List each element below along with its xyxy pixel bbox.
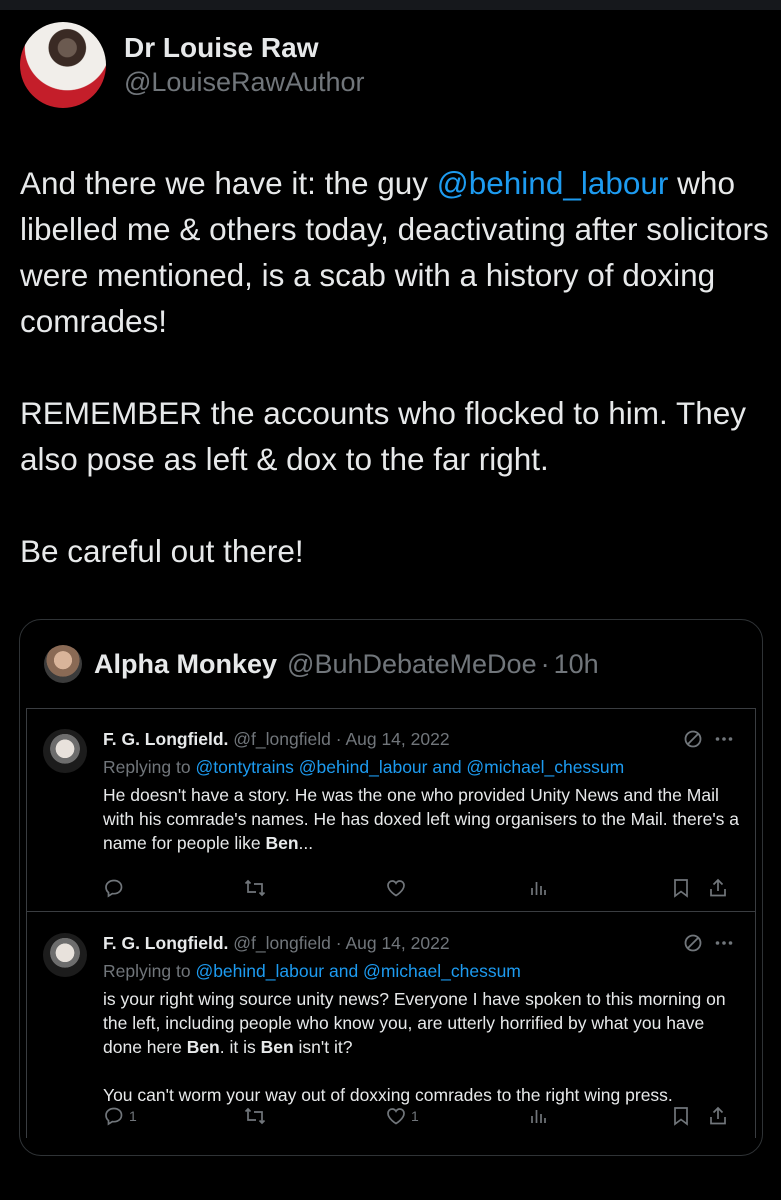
reply-text-segment: He doesn't have a story. He was the one … [103,785,740,853]
separator-dot: · [335,729,342,749]
reply-text-bold: Ben [265,833,299,853]
reply-action [103,877,129,899]
analytics-icon [531,1110,546,1123]
share-action [707,1105,729,1127]
author-handle[interactable]: @LouiseRawAuthor [124,65,365,99]
separator-dot: · [540,648,550,679]
reply-text-segment: isn't it? [293,1037,353,1057]
tweet-text: And there we have it: the guy @behind_la… [20,160,770,620]
top-bar [0,0,781,10]
reply-count: 1 [129,1108,137,1124]
reply-author-name: F. G. Longfield. [103,729,229,749]
reply-text-bold: Ben [260,1037,294,1057]
avatar[interactable] [44,645,82,683]
replying-to-handles: @tontytrains @behind_labour and @michael… [195,757,625,777]
like-action: 1 [385,1105,419,1127]
avatar[interactable] [20,22,106,108]
reply-paragraph-1: is your right wing source unity news? Ev… [103,987,743,1059]
like-icon [387,880,405,897]
reply-author-handle: @f_longfield [233,729,331,749]
bookmark-action [671,877,691,899]
author-name[interactable]: Dr Louise Raw [124,31,365,65]
reply-paragraph-2: You can't worm your way out of doxxing c… [103,1085,673,1105]
reply-text-segment: ... [298,833,314,853]
more-icon [715,737,733,741]
tweet-paragraph-2: REMEMBER the accounts who flocked to him… [20,395,746,477]
bookmark-icon [674,1107,688,1126]
analytics-icon [531,882,546,895]
bookmark-icon [674,879,688,898]
quoted-author-name[interactable]: Alpha Monkey [94,649,277,680]
tweet-paragraph-3: Be careful out there! [20,533,304,569]
reply-card: F. G. Longfield. @f_longfield · Aug 14, … [27,708,755,912]
reply-text-segment: . it is [219,1037,261,1057]
quoted-author-handle[interactable]: @BuhDebateMeDoe [287,649,537,680]
like-icon [387,1108,405,1125]
reply-action: 1 [103,1105,137,1127]
replying-to-label: Replying to [103,961,191,981]
embedded-screenshot: F. G. Longfield. @f_longfield · Aug 14, … [26,708,756,1138]
mention-link[interactable]: @behind_labour [437,165,669,201]
bookmark-action [671,1105,691,1127]
retweet-action [243,877,267,899]
reply-icon [105,879,123,898]
reply-header: F. G. Longfield. @f_longfield · Aug 14, … [103,727,450,751]
reply-actions [103,877,743,903]
reply-card: F. G. Longfield. @f_longfield · Aug 14, … [27,913,755,1138]
retweet-action [243,1105,267,1127]
reply-date: Aug 14, 2022 [345,933,450,953]
author-info: Dr Louise Raw @LouiseRawAuthor [124,31,365,99]
analytics-action [527,877,549,899]
retweet-icon [244,1107,266,1125]
share-action [707,877,729,899]
quoted-tweet[interactable]: Alpha Monkey @BuhDebateMeDoe · 10h F. G.… [19,619,763,1156]
separator-dot: · [335,933,342,953]
quoted-tweet-time[interactable]: 10h [554,649,599,680]
analytics-action [527,1105,549,1127]
no-sign-icon [684,934,702,952]
share-icon [710,1106,726,1125]
quoted-tweet-header: Alpha Monkey @BuhDebateMeDoe · 10h [44,644,599,684]
retweet-icon [244,879,266,897]
avatar [43,729,87,773]
reply-date: Aug 14, 2022 [345,729,450,749]
reply-icon [105,1107,123,1126]
replying-to: Replying to @behind_labour and @michael_… [103,959,521,983]
tweet-paragraph-1: And there we have it: the guy @behind_la… [20,160,770,344]
reply-author-handle: @f_longfield [233,933,331,953]
replying-to-handles: @behind_labour and @michael_chessum [195,961,521,981]
like-count: 1 [411,1108,419,1124]
reply-text: He doesn't have a story. He was the one … [103,783,743,855]
reply-top-icons [683,729,733,749]
share-icon [710,878,726,897]
reply-header: F. G. Longfield. @f_longfield · Aug 14, … [103,931,450,955]
like-action [385,877,411,899]
no-sign-icon [684,730,702,748]
tweet-author[interactable]: Dr Louise Raw @LouiseRawAuthor [20,22,365,108]
reply-text: is your right wing source unity news? Ev… [103,987,743,1107]
more-icon [715,941,733,945]
reply-actions: 1 1 [103,1105,743,1131]
avatar [43,933,87,977]
reply-author-name: F. G. Longfield. [103,933,229,953]
replying-to: Replying to @tontytrains @behind_labour … [103,755,624,779]
reply-top-icons [683,933,733,953]
reply-text-bold: Ben [186,1037,220,1057]
replying-to-label: Replying to [103,757,191,777]
tweet-text-segment: And there we have it: the guy [20,165,437,201]
